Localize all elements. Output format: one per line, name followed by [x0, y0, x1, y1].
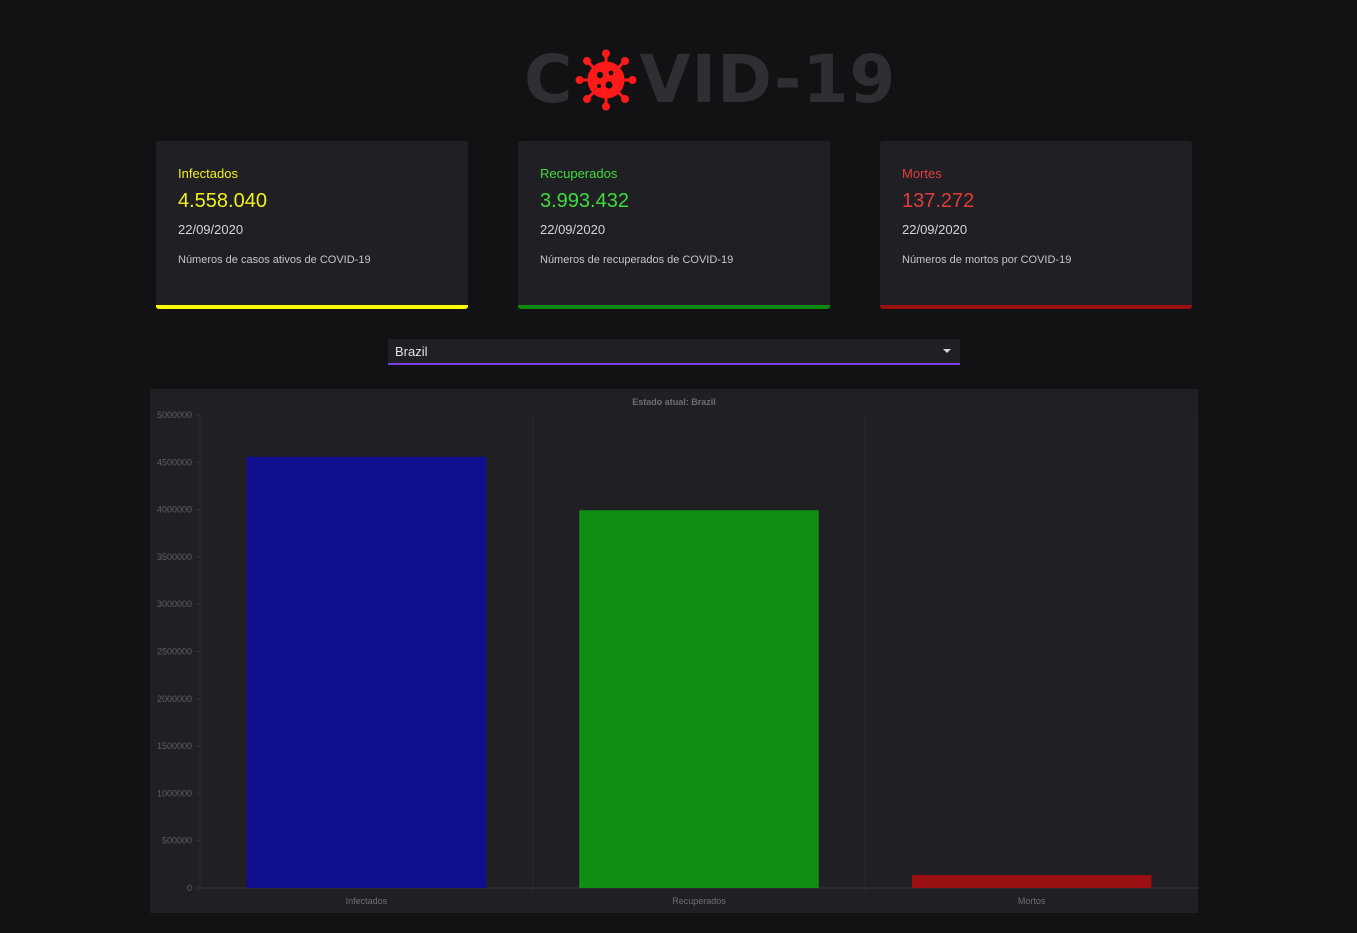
- y-tick-label: 5000000: [157, 410, 192, 420]
- chevron-down-icon: [943, 349, 951, 353]
- virus-icon: [575, 49, 637, 111]
- country-select-value: Brazil: [395, 344, 428, 359]
- card-mortes: Mortes 137.272 22/09/2020 Números de mor…: [880, 141, 1192, 309]
- y-tick-label: 2000000: [157, 694, 192, 704]
- y-tick-label: 500000: [162, 836, 192, 846]
- card-value: 3.993.432: [540, 190, 629, 212]
- stat-cards: Infectados 4.558.040 22/09/2020 Números …: [156, 141, 1192, 309]
- card-recuperados: Recuperados 3.993.432 22/09/2020 Números…: [518, 141, 830, 309]
- card-value: 4.558.040: [178, 190, 267, 212]
- y-tick-label: 3000000: [157, 599, 192, 609]
- card-accent-bar: [156, 305, 468, 309]
- card-description: Números de casos ativos de COVID-19: [178, 254, 371, 266]
- chart-svg: Estado atual: Brazil 0 500000 1000000 150000…: [157, 397, 1198, 906]
- card-value: 137.272: [902, 190, 975, 212]
- y-tick-label: 2500000: [157, 647, 192, 657]
- covid-logo: C VID-19: [524, 42, 896, 118]
- y-tick-label: 4500000: [157, 457, 192, 467]
- bar-mortos: [911, 875, 1152, 888]
- logo-text-right: VID-19: [639, 41, 897, 118]
- card-infectados: Infectados 4.558.040 22/09/2020 Números …: [156, 141, 468, 309]
- y-tick-label: 1500000: [157, 741, 192, 751]
- y-tick-label: 0: [187, 883, 192, 893]
- card-description: Números de mortos por COVID-19: [902, 254, 1072, 266]
- y-tick-label: 4000000: [157, 505, 192, 515]
- x-tick-label: Infectados: [346, 896, 388, 906]
- card-accent-bar: [880, 305, 1192, 309]
- chart-title: Estado atual: Brazil: [632, 397, 716, 407]
- card-label: Infectados: [178, 166, 238, 181]
- bar-chart: Estado atual: Brazil 0 500000 1000000 150000…: [150, 389, 1198, 913]
- card-label: Mortes: [902, 166, 942, 181]
- x-tick-label: Mortos: [1018, 896, 1046, 906]
- card-date: 22/09/2020: [178, 222, 244, 237]
- card-date: 22/09/2020: [540, 222, 606, 237]
- country-select[interactable]: Brazil: [388, 339, 960, 365]
- logo-text-left: C: [524, 41, 574, 118]
- y-tick-label: 3500000: [157, 552, 192, 562]
- card-date: 22/09/2020: [902, 222, 968, 237]
- bar-infectados: [246, 456, 487, 888]
- y-tick-label: 1000000: [157, 788, 192, 798]
- card-label: Recuperados: [540, 166, 618, 181]
- x-tick-label: Recuperados: [672, 896, 726, 906]
- page: C VID-19 Infectados 4.558.040 22/09/2020…: [0, 0, 1357, 933]
- bar-recuperados: [579, 510, 819, 888]
- card-accent-bar: [518, 305, 830, 309]
- card-description: Números de recuperados de COVID-19: [540, 254, 734, 266]
